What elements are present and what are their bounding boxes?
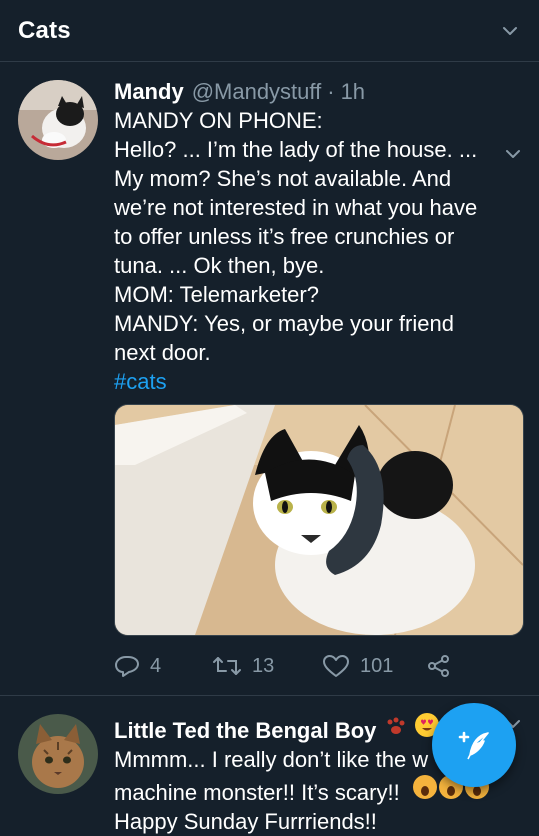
timestamp: 1h [340, 79, 366, 104]
tweet-text-segment: machine monster!! It’s scary!! [114, 780, 400, 805]
avatar[interactable] [18, 80, 98, 160]
separator-dot: · [327, 79, 335, 104]
paw-prints-emoji-icon [384, 716, 410, 745]
tweet-media-image[interactable] [114, 404, 524, 636]
tweet-text-line: MOM: Telemarketer? [114, 282, 319, 307]
timeline-header: Cats [0, 0, 539, 62]
reply-icon [115, 656, 139, 677]
tweet-text-line: Hello? ... I’m the lady of the house. ..… [114, 137, 478, 162]
tweet-text-line: My mom? She’s not available. And [114, 166, 452, 191]
avatar[interactable] [18, 714, 98, 794]
tweet-text: MANDY ON PHONE: Hello? ... I’m the lady … [114, 106, 521, 367]
retweet-count: 13 [252, 654, 275, 677]
heart-icon [323, 655, 349, 677]
tweet-text-line: Happy Sunday Furrriends!! [114, 809, 377, 834]
compose-feather-icon [458, 731, 489, 760]
share-button[interactable] [426, 654, 452, 678]
reply-count: 4 [150, 654, 162, 677]
share-icon [428, 655, 449, 677]
retweet-icon [213, 657, 241, 675]
page-title: Cats [18, 16, 71, 44]
tweet-actions: 4 13 101 [114, 654, 521, 678]
like-button[interactable]: 101 [322, 654, 426, 678]
tweet-text-line: next door. [114, 340, 211, 365]
tweet-content: Mandy @Mandystuff · 1h MANDY ON PHONE: H… [114, 78, 524, 678]
like-count: 101 [360, 654, 394, 677]
tweet-menu-chevron-icon[interactable] [503, 144, 523, 169]
tweet-text-line: tuna. ... Ok then, bye. [114, 253, 325, 278]
tweet-text-line: we’re not interested in what you have [114, 195, 478, 220]
user-handle[interactable]: @Mandystuff [192, 78, 322, 106]
tweet-text-line: MANDY ON PHONE: [114, 108, 323, 133]
retweet-button[interactable]: 13 [212, 655, 322, 678]
compose-tweet-button[interactable] [432, 703, 516, 787]
tweet-header: Mandy @Mandystuff · 1h [114, 78, 521, 106]
tweet-text-line: MANDY: Yes, or maybe your friend [114, 311, 454, 336]
display-name[interactable]: Mandy [114, 78, 184, 106]
tweet-text-line: to offer unless it’s free crunchies or [114, 224, 455, 249]
hashtag-link[interactable]: #cats [114, 367, 521, 396]
display-name[interactable]: Little Ted the Bengal Boy [114, 717, 376, 745]
tweet[interactable]: Mandy @Mandystuff · 1h MANDY ON PHONE: H… [0, 62, 539, 696]
chevron-down-icon[interactable] [499, 20, 521, 42]
reply-button[interactable]: 4 [114, 654, 212, 678]
